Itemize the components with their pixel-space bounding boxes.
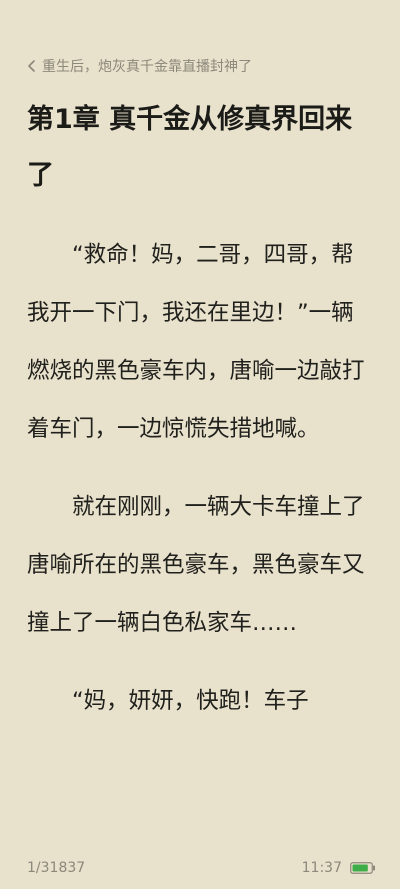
chapter-title: 第1章 真千金从修真界回来了 <box>27 104 353 191</box>
paragraph: “妈，妍妍，快跑！车子 <box>72 688 309 714</box>
status-bar: 1/31837 11:37 <box>27 857 376 879</box>
book-title[interactable]: 重生后，炮灰真千金靠直播封神了 <box>42 56 252 76</box>
battery-fill <box>352 864 368 872</box>
status-right: 11:37 <box>302 860 376 876</box>
top-bar: 重生后，炮灰真千金靠直播封神了 <box>24 54 252 78</box>
paragraph: “救命！妈，二哥，四哥，帮我开一下门，我还在里边！”一辆燃烧的黑色豪车内，唐喻一… <box>27 242 365 442</box>
chevron-left-icon[interactable] <box>24 59 38 73</box>
chapter-content[interactable]: “救命！妈，二哥，四哥，帮我开一下门，我还在里边！”一辆燃烧的黑色豪车内，唐喻一… <box>27 226 375 750</box>
clock-time: 11:37 <box>301 860 342 876</box>
paragraph: 就在刚刚，一辆大卡车撞上了唐喻所在的黑色豪车，黑色豪车又撞上了一辆白色私家车…… <box>27 494 365 636</box>
battery-icon <box>350 862 376 874</box>
reading-progress: 1/31837 <box>27 860 86 876</box>
